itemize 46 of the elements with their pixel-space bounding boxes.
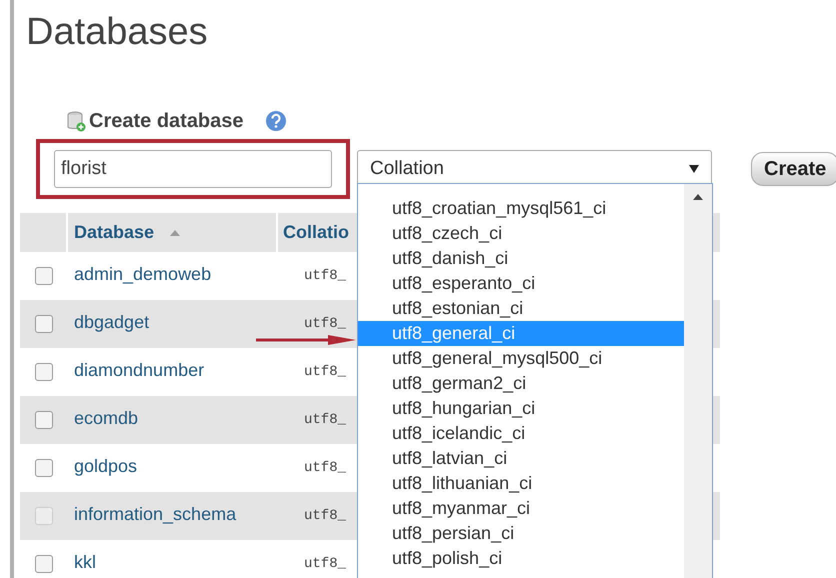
row-checkbox[interactable] — [35, 459, 53, 477]
table-cell: utf8_ — [304, 508, 346, 524]
database-add-icon — [66, 110, 86, 132]
dropdown-option[interactable]: utf8_myanmar_ci — [358, 496, 684, 521]
dropdown-option[interactable]: utf8_hungarian_ci — [358, 396, 684, 421]
column-header[interactable]: Collatio — [283, 219, 349, 246]
create-button[interactable]: Create — [751, 152, 836, 186]
section-title: Create database — [89, 109, 244, 134]
column-header[interactable]: Database — [74, 219, 154, 246]
table-cell: utf8_ — [304, 460, 346, 476]
row-checkbox[interactable] — [35, 267, 53, 285]
caret-icon — [689, 165, 699, 173]
dropdown-option[interactable]: utf8_croatian_mysql561_ci — [358, 196, 684, 221]
row-checkbox[interactable] — [35, 555, 53, 573]
dropdown-option[interactable]: utf8_icelandic_ci — [358, 421, 684, 446]
table-cell: utf8_ — [304, 316, 346, 332]
row-checkbox[interactable] — [35, 315, 53, 333]
database-link[interactable]: dbgadget — [74, 312, 150, 332]
database-link[interactable]: admin_demoweb — [74, 264, 212, 284]
page-title: Databases — [26, 10, 209, 55]
scrollbar[interactable] — [684, 184, 712, 578]
table-cell: utf8_ — [304, 364, 346, 380]
database-link[interactable]: kkl — [74, 552, 96, 572]
row-checkbox[interactable] — [35, 411, 53, 429]
dropdown-option[interactable]: utf8_estonian_ci — [358, 296, 684, 321]
table-cell: utf8_ — [304, 412, 346, 428]
dropdown-option[interactable]: utf8_persian_ci — [358, 521, 684, 546]
dropdown-option[interactable]: utf8_german2_ci — [358, 371, 684, 396]
table-cell: utf8_ — [304, 268, 346, 284]
database-link[interactable]: goldpos — [74, 456, 138, 476]
dropdown-option[interactable]: utf8_esperanto_ci — [358, 271, 684, 296]
name-field[interactable]: florist — [54, 150, 332, 188]
dropdown-option[interactable]: utf8_general_mysql500_ci — [358, 346, 684, 371]
database-link[interactable]: diamondnumber — [74, 360, 204, 380]
dropdown-option[interactable]: utf8_lithuanian_ci — [358, 471, 684, 496]
scroll-up-icon[interactable] — [693, 194, 703, 200]
arrow-icon — [256, 335, 356, 345]
database-link[interactable]: ecomdb — [74, 408, 138, 428]
dropdown-option[interactable]: utf8_polish_ci — [358, 546, 684, 571]
dropdown-option[interactable]: utf8_danish_ci — [358, 246, 684, 271]
help-icon[interactable] — [264, 110, 287, 132]
table-cell: utf8_ — [304, 556, 346, 572]
row-checkbox[interactable] — [35, 363, 53, 381]
dropdown-option[interactable]: utf8_latvian_ci — [358, 446, 684, 471]
dropdown-option[interactable]: utf8_czech_ci — [358, 221, 684, 246]
sort-up-icon[interactable] — [170, 230, 180, 236]
